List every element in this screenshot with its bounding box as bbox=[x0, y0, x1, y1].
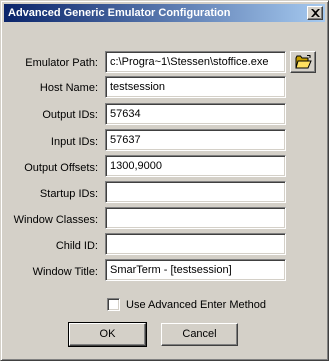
output-offsets-field[interactable]: 1300,9000 bbox=[105, 155, 286, 177]
title-bar[interactable]: Advanced Generic Emulator Configuration bbox=[4, 4, 325, 22]
window-title-label: Window Title: bbox=[32, 266, 98, 278]
host-name-field[interactable]: testsession bbox=[105, 76, 286, 98]
window-title-field[interactable]: SmarTerm - [testsession] bbox=[105, 259, 286, 281]
input-ids-field[interactable]: 57637 bbox=[105, 129, 286, 151]
emulator-path-field[interactable]: c:\Progra~1\Stessen\stoffice.exe bbox=[105, 51, 286, 73]
dialog-window: Advanced Generic Emulator Configuration … bbox=[0, 0, 329, 361]
host-name-label: Host Name: bbox=[39, 82, 98, 94]
close-button[interactable] bbox=[307, 6, 323, 20]
cancel-button[interactable]: Cancel bbox=[161, 323, 238, 346]
emulator-path-label: Emulator Path: bbox=[25, 57, 98, 69]
child-id-field[interactable] bbox=[105, 233, 286, 255]
ok-button[interactable]: OK bbox=[68, 322, 147, 347]
window-title: Advanced Generic Emulator Configuration bbox=[8, 7, 231, 19]
startup-ids-label: Startup IDs: bbox=[39, 188, 98, 200]
close-icon bbox=[311, 9, 320, 17]
child-id-label: Child ID: bbox=[55, 240, 98, 252]
window-classes-field[interactable] bbox=[105, 207, 286, 229]
open-folder-icon bbox=[295, 55, 312, 69]
window-classes-label: Window Classes: bbox=[13, 214, 98, 226]
output-offsets-label: Output Offsets: bbox=[24, 162, 98, 174]
input-ids-label: Input IDs: bbox=[50, 136, 98, 148]
output-ids-label: Output IDs: bbox=[42, 109, 98, 121]
browse-button[interactable] bbox=[290, 51, 316, 73]
output-ids-field[interactable]: 57634 bbox=[105, 103, 286, 125]
advanced-enter-checkbox[interactable] bbox=[107, 298, 120, 311]
startup-ids-field[interactable] bbox=[105, 181, 286, 203]
advanced-enter-label[interactable]: Use Advanced Enter Method bbox=[126, 298, 266, 312]
